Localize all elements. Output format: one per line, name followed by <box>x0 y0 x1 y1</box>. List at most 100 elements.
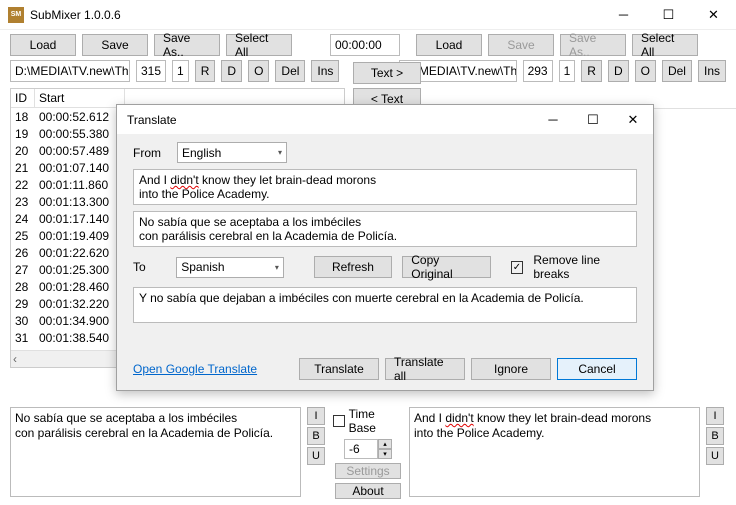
spell-error: didn't <box>170 173 198 187</box>
selectall-button-right[interactable]: Select All <box>632 34 698 56</box>
italic-button-right[interactable]: I <box>706 407 724 425</box>
col-header-id[interactable]: ID <box>11 89 35 107</box>
underline-button-left[interactable]: U <box>307 447 325 465</box>
count-right[interactable]: 293 <box>523 60 553 82</box>
dialog-close-button[interactable]: ✕ <box>613 105 653 134</box>
about-button[interactable]: About <box>335 483 401 499</box>
cell-id: 30 <box>11 314 35 328</box>
del-button-left[interactable]: Del <box>275 60 305 82</box>
cell-start: 00:01:19.409 <box>35 229 125 243</box>
from-label: From <box>133 146 167 160</box>
cell-start: 00:01:07.140 <box>35 161 125 175</box>
settings-button[interactable]: Settings <box>335 463 401 479</box>
count-left[interactable]: 315 <box>136 60 166 82</box>
refresh-button[interactable]: Refresh <box>314 256 393 278</box>
cell-id: 26 <box>11 246 35 260</box>
cell-id: 23 <box>11 195 35 209</box>
close-button[interactable]: ✕ <box>691 0 736 29</box>
translate-dialog: Translate ─ ☐ ✕ From English ▾ And I didn… <box>116 104 654 391</box>
cell-id: 25 <box>11 229 35 243</box>
app-icon: SM <box>8 7 24 23</box>
text-pre: And I <box>414 411 445 425</box>
cancel-button[interactable]: Cancel <box>557 358 637 380</box>
cell-start: 00:01:25.300 <box>35 263 125 277</box>
select-value: English <box>182 146 221 160</box>
pos-right[interactable]: 1 <box>559 60 576 82</box>
del-button-right[interactable]: Del <box>662 60 692 82</box>
remove-linebreaks-checkbox[interactable]: ✓ <box>511 261 524 274</box>
cell-start: 00:00:55.380 <box>35 127 125 141</box>
save-button-right[interactable]: Save <box>488 34 554 56</box>
offset-input[interactable]: -6 <box>344 439 378 459</box>
ignore-button[interactable]: Ignore <box>471 358 551 380</box>
to-language-select[interactable]: Spanish ▾ <box>176 257 284 278</box>
bold-button-left[interactable]: B <box>307 427 325 445</box>
minimize-button[interactable]: ─ <box>601 0 646 29</box>
load-button-left[interactable]: Load <box>10 34 76 56</box>
scroll-left-icon[interactable]: ‹ <box>13 352 17 366</box>
reference-textarea[interactable]: No sabía que se aceptaba a los imbéciles… <box>133 211 637 247</box>
from-language-select[interactable]: English ▾ <box>177 142 287 163</box>
cell-id: 18 <box>11 110 35 124</box>
underline-button-right[interactable]: U <box>706 447 724 465</box>
cell-start: 00:01:28.460 <box>35 280 125 294</box>
cell-id: 29 <box>11 297 35 311</box>
cell-id: 27 <box>11 263 35 277</box>
source-textarea[interactable]: And I didn't know they let brain-dead mo… <box>133 169 637 205</box>
cell-start: 00:01:22.620 <box>35 246 125 260</box>
text-forward-button[interactable]: Text > <box>353 62 421 84</box>
dialog-title: Translate <box>127 113 177 127</box>
load-button-right[interactable]: Load <box>416 34 482 56</box>
cell-start: 00:01:17.140 <box>35 212 125 226</box>
cell-start: 00:01:13.300 <box>35 195 125 209</box>
spin-down-icon[interactable]: ▾ <box>378 449 392 459</box>
cell-id: 22 <box>11 178 35 192</box>
saveas-button-right[interactable]: Save As.. <box>560 34 626 56</box>
cell-id: 21 <box>11 161 35 175</box>
cell-start: 00:00:52.612 <box>35 110 125 124</box>
timebase-checkbox[interactable] <box>333 415 345 427</box>
selectall-button-left[interactable]: Select All <box>226 34 292 56</box>
output-textarea[interactable]: Y no sabía que dejaban a imbéciles con m… <box>133 287 637 323</box>
saveas-button-left[interactable]: Save As.. <box>154 34 220 56</box>
edit-textbox-right[interactable]: And I didn't know they let brain-dead mo… <box>409 407 700 497</box>
bold-button-right[interactable]: B <box>706 427 724 445</box>
remove-linebreaks-label: Remove line breaks <box>533 253 637 281</box>
translate-button[interactable]: Translate <box>299 358 379 380</box>
chevron-down-icon: ▾ <box>275 263 279 272</box>
dialog-maximize-button[interactable]: ☐ <box>573 105 613 134</box>
window-title: SubMixer 1.0.0.6 <box>30 8 601 22</box>
timecode-input[interactable]: 00:00:00 <box>330 34 400 56</box>
select-value: Spanish <box>181 260 224 274</box>
cell-id: 20 <box>11 144 35 158</box>
save-button-left[interactable]: Save <box>82 34 148 56</box>
pos-left[interactable]: 1 <box>172 60 189 82</box>
o-button-left[interactable]: O <box>248 60 269 82</box>
cell-id: 19 <box>11 127 35 141</box>
r-button-right[interactable]: R <box>581 60 602 82</box>
cell-id: 28 <box>11 280 35 294</box>
cell-id: 24 <box>11 212 35 226</box>
ins-button-right[interactable]: Ins <box>698 60 726 82</box>
o-button-right[interactable]: O <box>635 60 656 82</box>
maximize-button[interactable]: ☐ <box>646 0 691 29</box>
translate-all-button[interactable]: Translate all <box>385 358 465 380</box>
ins-button-left[interactable]: Ins <box>311 60 339 82</box>
edit-textbox-left[interactable]: No sabía que se aceptaba a los imbéciles… <box>10 407 301 497</box>
chevron-down-icon: ▾ <box>278 148 282 157</box>
path-input-left[interactable]: D:\MEDIA\TV.new\That 7 <box>10 60 130 82</box>
dialog-minimize-button[interactable]: ─ <box>533 105 573 134</box>
d-button-right[interactable]: D <box>608 60 629 82</box>
d-button-left[interactable]: D <box>221 60 242 82</box>
copy-original-button[interactable]: Copy Original <box>402 256 490 278</box>
spin-up-icon[interactable]: ▴ <box>378 439 392 449</box>
col-header-start[interactable]: Start <box>35 89 125 107</box>
r-button-left[interactable]: R <box>195 60 216 82</box>
spell-error: didn't <box>445 411 473 425</box>
to-label: To <box>133 260 166 274</box>
italic-button-left[interactable]: I <box>307 407 325 425</box>
cell-id: 31 <box>11 331 35 345</box>
cell-start: 00:00:57.489 <box>35 144 125 158</box>
google-translate-link[interactable]: Open Google Translate <box>133 362 257 376</box>
cell-start: 00:01:38.540 <box>35 331 125 345</box>
